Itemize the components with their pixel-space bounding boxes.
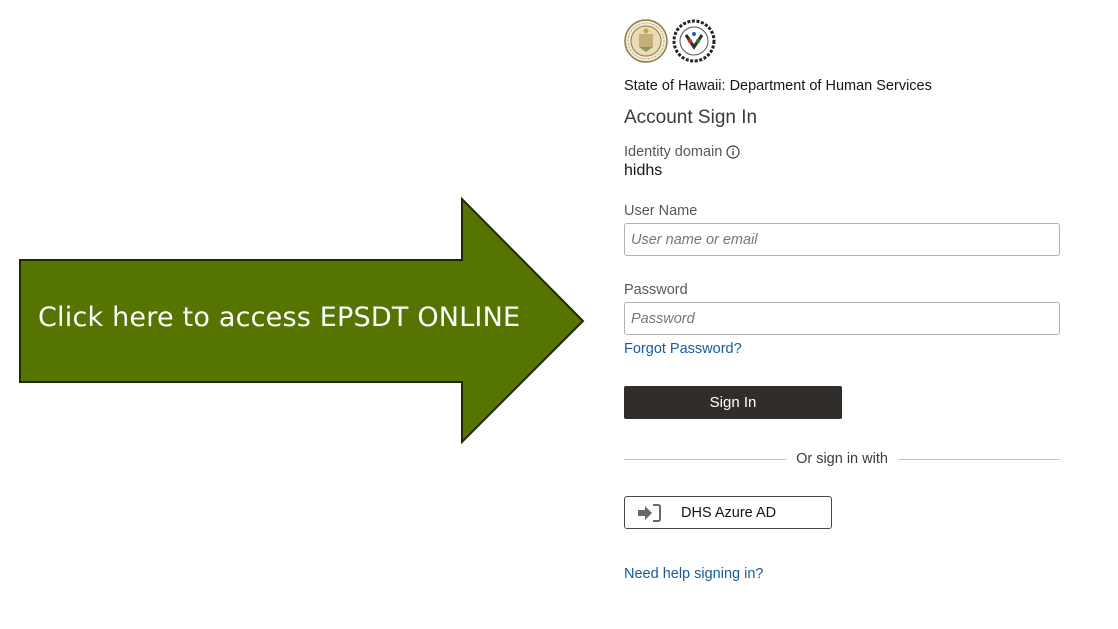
alt-signin-divider: Or sign in with — [624, 451, 1060, 467]
state-seal-icon — [624, 19, 668, 63]
username-label: User Name — [624, 203, 698, 219]
page-title: Account Sign In — [624, 107, 758, 128]
identity-domain-label: Identity domain — [624, 144, 1060, 160]
sign-in-arrow-icon — [638, 503, 661, 522]
login-panel: State of Hawaii: Department of Human Ser… — [624, 18, 1060, 583]
dhs-azure-ad-label: DHS Azure AD — [681, 504, 777, 521]
sign-in-button[interactable]: Sign In — [624, 386, 842, 419]
divider-line-left — [624, 458, 787, 460]
divider-text: Or sign in with — [796, 451, 888, 467]
forgot-password-link[interactable]: Forgot Password? — [624, 341, 742, 357]
dhs-seal-icon — [672, 19, 716, 63]
identity-domain-label-text: Identity domain — [624, 144, 723, 160]
epsdt-callout-text[interactable]: Click here to access EPSDT ONLINE — [38, 302, 520, 333]
password-input[interactable] — [624, 302, 1060, 335]
divider-line-right — [897, 458, 1060, 460]
dhs-azure-ad-button[interactable]: DHS Azure AD — [624, 496, 832, 529]
organization-name: State of Hawaii: Department of Human Ser… — [624, 78, 932, 94]
identity-domain-value: hidhs — [624, 162, 663, 179]
help-signing-in-link[interactable]: Need help signing in? — [624, 566, 763, 582]
password-label: Password — [624, 282, 688, 298]
logo-row — [624, 18, 1060, 64]
info-icon[interactable] — [726, 145, 740, 159]
username-input[interactable] — [624, 223, 1060, 256]
